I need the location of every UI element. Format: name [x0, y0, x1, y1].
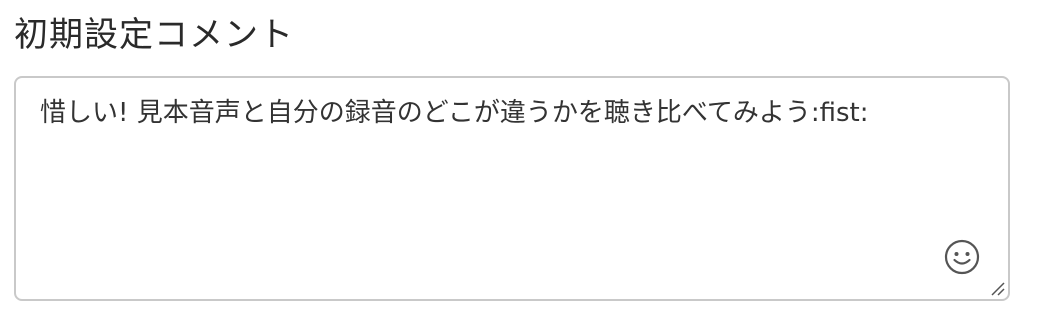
comment-textarea[interactable]: 惜しい! 見本音声と自分の録音のどこが違うかを聴き比べてみよう:fist: [14, 76, 1010, 301]
emoji-picker-button[interactable] [944, 239, 980, 275]
comment-text[interactable]: 惜しい! 見本音声と自分の録音のどこが違うかを聴き比べてみよう:fist: [40, 94, 984, 132]
field-label: 初期設定コメント [14, 15, 294, 55]
smiley-face-icon [944, 239, 980, 275]
resize-grip-icon[interactable] [988, 279, 1006, 297]
